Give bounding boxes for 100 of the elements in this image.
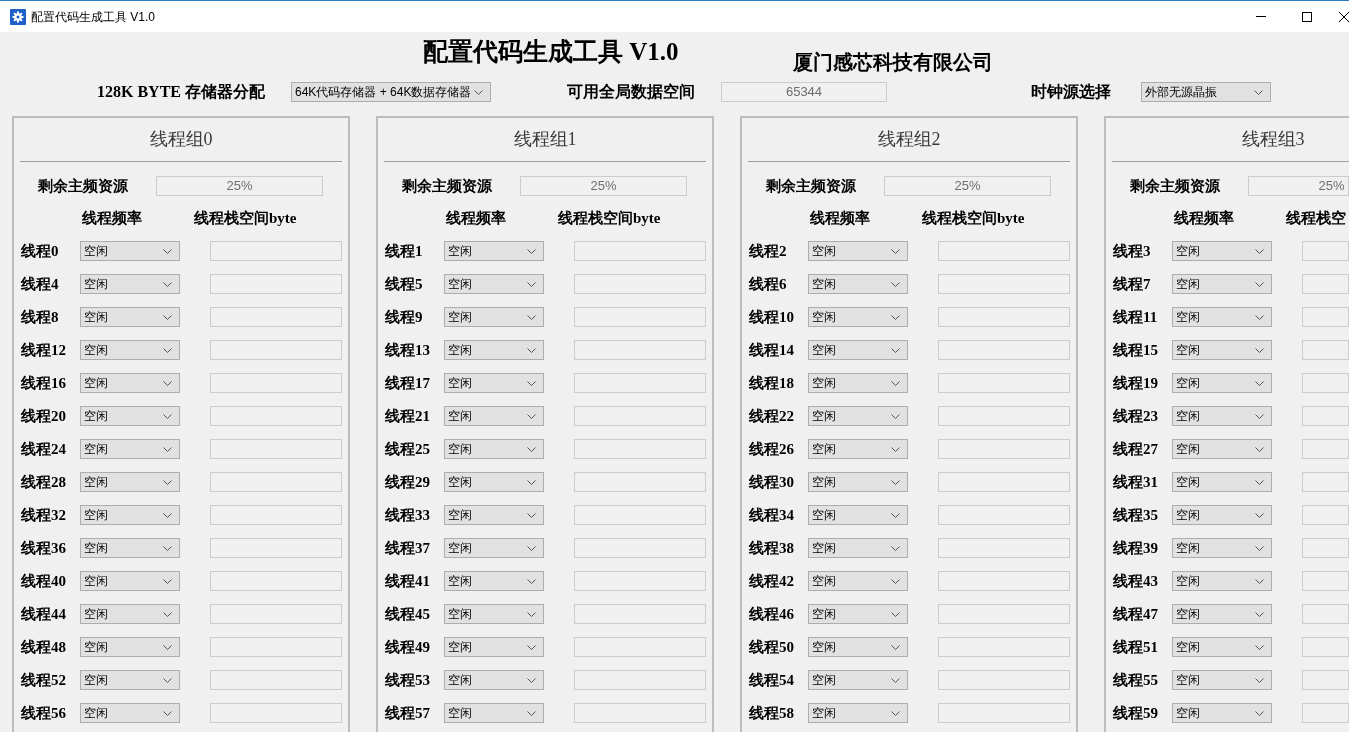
clock-source-dropdown[interactable]: 外部无源晶振 (1141, 82, 1271, 102)
thread-label: 线程25 (385, 441, 430, 457)
chevron-down-icon (1255, 314, 1264, 320)
thread-label: 线程36 (21, 540, 66, 556)
frequency-dropdown[interactable]: 空闲 (444, 274, 544, 294)
column-header: 线程栈空 (1286, 208, 1346, 228)
thread-label: 线程48 (21, 639, 66, 655)
frequency-dropdown[interactable]: 空闲 (1172, 538, 1272, 558)
thread-label: 线程34 (749, 507, 794, 523)
frequency-dropdown[interactable]: 空闲 (1172, 241, 1272, 261)
frequency-dropdown[interactable]: 空闲 (80, 373, 180, 393)
frequency-dropdown[interactable]: 空闲 (444, 604, 544, 624)
frequency-dropdown[interactable]: 空闲 (808, 439, 908, 459)
frequency-dropdown[interactable]: 空闲 (80, 472, 180, 492)
thread-label: 线程9 (385, 309, 423, 325)
frequency-dropdown[interactable]: 空闲 (80, 703, 180, 723)
frequency-dropdown[interactable]: 空闲 (80, 274, 180, 294)
frequency-dropdown[interactable]: 空闲 (1172, 703, 1272, 723)
thread-label: 线程41 (385, 573, 430, 589)
frequency-dropdown[interactable]: 空闲 (808, 472, 908, 492)
frequency-dropdown[interactable]: 空闲 (444, 241, 544, 261)
frequency-dropdown[interactable]: 空闲 (444, 406, 544, 426)
thread-label: 线程17 (385, 375, 430, 391)
thread-label: 线程38 (749, 540, 794, 556)
frequency-dropdown[interactable]: 空闲 (1172, 604, 1272, 624)
thread-label: 线程28 (21, 474, 66, 490)
frequency-dropdown[interactable]: 空闲 (1172, 505, 1272, 525)
thread-label: 线程55 (1113, 672, 1158, 688)
frequency-dropdown[interactable]: 空闲 (444, 538, 544, 558)
thread-label: 线程8 (21, 309, 59, 325)
chevron-down-icon (474, 89, 483, 95)
chevron-down-icon (1254, 89, 1263, 95)
frequency-dropdown[interactable]: 空闲 (80, 406, 180, 426)
frequency-dropdown[interactable]: 空闲 (808, 637, 908, 657)
thread-label: 线程13 (385, 342, 430, 358)
frequency-dropdown[interactable]: 空闲 (808, 274, 908, 294)
frequency-dropdown[interactable]: 空闲 (80, 637, 180, 657)
thread-label: 线程4 (21, 276, 59, 292)
thread-label: 线程3 (1113, 243, 1151, 259)
window-title: 配置代码生成工具 V1.0 (31, 8, 156, 26)
frequency-dropdown[interactable]: 空闲 (808, 703, 908, 723)
memory-allocation-dropdown[interactable]: 64K代码存储器 + 64K数据存储器 (291, 82, 491, 102)
column-header: 线程栈空间byte (194, 208, 297, 228)
chevron-down-icon (527, 413, 536, 419)
frequency-dropdown[interactable]: 空闲 (808, 505, 908, 525)
frequency-dropdown[interactable]: 空闲 (808, 406, 908, 426)
thread-label: 线程52 (21, 672, 66, 688)
frequency-dropdown[interactable]: 空闲 (808, 241, 908, 261)
frequency-dropdown[interactable]: 空闲 (808, 307, 908, 327)
frequency-dropdown[interactable]: 空闲 (808, 340, 908, 360)
frequency-dropdown[interactable]: 空闲 (808, 373, 908, 393)
frequency-dropdown[interactable]: 空闲 (444, 439, 544, 459)
frequency-dropdown[interactable]: 空闲 (808, 538, 908, 558)
frequency-dropdown[interactable]: 空闲 (444, 703, 544, 723)
frequency-dropdown[interactable]: 空闲 (1172, 472, 1272, 492)
frequency-dropdown[interactable]: 空闲 (80, 505, 180, 525)
thread-label: 线程58 (749, 705, 794, 721)
frequency-dropdown[interactable]: 空闲 (1172, 571, 1272, 591)
frequency-dropdown[interactable]: 空闲 (808, 571, 908, 591)
frequency-dropdown[interactable]: 空闲 (80, 670, 180, 690)
chevron-down-icon (527, 380, 536, 386)
frequency-dropdown[interactable]: 空闲 (80, 307, 180, 327)
chevron-down-icon (1255, 380, 1264, 386)
chevron-down-icon (163, 512, 172, 518)
frequency-dropdown[interactable]: 空闲 (444, 571, 544, 591)
chevron-down-icon (1255, 710, 1264, 716)
frequency-dropdown[interactable]: 空闲 (80, 538, 180, 558)
chevron-down-icon (891, 677, 900, 683)
frequency-dropdown[interactable]: 空闲 (808, 670, 908, 690)
frequency-dropdown[interactable]: 空闲 (80, 241, 180, 261)
frequency-dropdown[interactable]: 空闲 (444, 637, 544, 657)
frequency-dropdown[interactable]: 空闲 (1172, 670, 1272, 690)
frequency-dropdown[interactable]: 空闲 (1172, 340, 1272, 360)
thread-label: 线程35 (1113, 507, 1158, 523)
frequency-dropdown[interactable]: 空闲 (1172, 373, 1272, 393)
thread-label: 线程40 (21, 573, 66, 589)
maximize-icon (1302, 11, 1312, 22)
frequency-dropdown[interactable]: 空闲 (1172, 406, 1272, 426)
frequency-dropdown[interactable]: 空闲 (80, 439, 180, 459)
frequency-dropdown[interactable]: 空闲 (808, 604, 908, 624)
frequency-dropdown[interactable]: 空闲 (80, 571, 180, 591)
thread-label: 线程53 (385, 672, 430, 688)
frequency-dropdown[interactable]: 空闲 (1172, 637, 1272, 657)
frequency-dropdown[interactable]: 空闲 (444, 307, 544, 327)
chevron-down-icon (527, 710, 536, 716)
frequency-dropdown[interactable]: 空闲 (444, 340, 544, 360)
frequency-dropdown[interactable]: 空闲 (1172, 274, 1272, 294)
frequency-dropdown[interactable]: 空闲 (80, 604, 180, 624)
frequency-dropdown[interactable]: 空闲 (444, 373, 544, 393)
frequency-dropdown[interactable]: 空闲 (1172, 439, 1272, 459)
frequency-dropdown[interactable]: 空闲 (444, 670, 544, 690)
frequency-dropdown[interactable]: 空闲 (1172, 307, 1272, 327)
frequency-dropdown[interactable]: 空闲 (444, 505, 544, 525)
chevron-down-icon (163, 611, 172, 617)
chevron-down-icon (163, 347, 172, 353)
frequency-dropdown[interactable]: 空闲 (444, 472, 544, 492)
chevron-down-icon (527, 545, 536, 551)
frequency-dropdown[interactable]: 空闲 (80, 340, 180, 360)
thread-label: 线程32 (21, 507, 66, 523)
chevron-down-icon (163, 314, 172, 320)
